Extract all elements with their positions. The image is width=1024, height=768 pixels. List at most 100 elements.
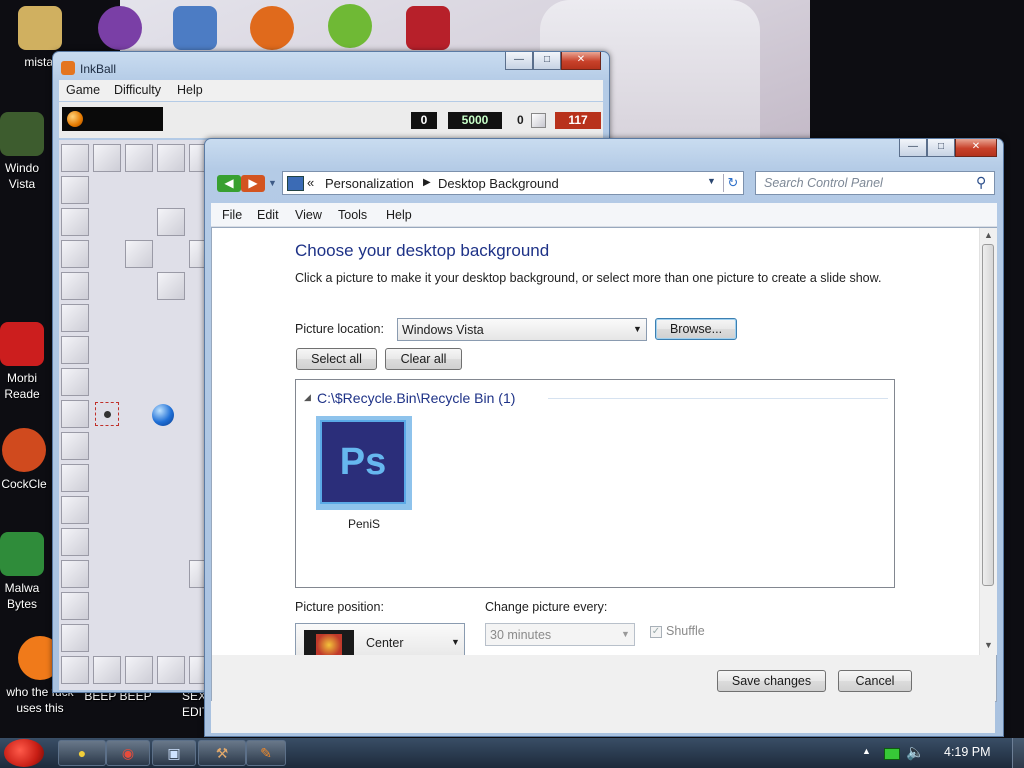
desktop-icon-angry-birds[interactable] [310,4,390,52]
menu-game[interactable]: Game [66,83,100,97]
clear-all-button[interactable]: Clear all [385,348,462,370]
board-tile [93,144,121,172]
pig-icon [328,4,372,48]
scroll-down-icon[interactable]: ▼ [984,640,993,650]
desktop-icon-vista[interactable]: Windo Vista [0,112,52,192]
battery-icon[interactable] [884,748,900,760]
maximize-button[interactable]: □ [927,139,955,157]
taskbar-item-tool[interactable]: ⚒ [198,740,246,766]
taskbar-item-ie[interactable]: ● [58,740,106,766]
change-every-select[interactable]: 30 minutes ▼ [485,623,635,646]
desktop-icon-label: Morbi Reade [4,371,40,401]
picture-location-value: Windows Vista [402,323,484,337]
desktop-icon-settings[interactable] [155,6,235,54]
menu-file[interactable]: File [222,208,242,222]
board-tile [61,656,89,684]
search-placeholder[interactable]: Search Control Panel [764,176,883,190]
close-button[interactable]: ✕ [955,139,997,157]
shuffle-checkbox[interactable]: ✓ [650,626,662,638]
scroll-up-icon[interactable]: ▲ [984,230,993,240]
menu-difficulty[interactable]: Difficulty [114,83,161,97]
picture-location-select[interactable]: Windows Vista ▼ [397,318,647,341]
menu-view[interactable]: View [295,208,322,222]
board-tile [125,240,153,268]
broom-icon [2,428,46,472]
internet-explorer-icon: ● [77,745,87,761]
forward-arrow-icon[interactable]: ▶ [241,175,265,192]
inkball-app-icon [61,61,75,75]
show-hidden-icons-icon[interactable]: ▲ [862,746,871,756]
menu-help[interactable]: Help [177,83,203,97]
menu-help[interactable]: Help [386,208,412,222]
show-desktop-button[interactable] [1012,738,1024,768]
blue-ball-icon [152,404,174,426]
board-tile [61,368,89,396]
desktop-icon-reader[interactable]: Morbi Reade [0,322,52,402]
desktop-icon-paint[interactable] [232,6,312,54]
photoshop-thumbnail[interactable]: Ps [316,416,412,510]
back-arrow-icon[interactable]: ◀ [217,175,241,192]
scrollbar-thumb[interactable] [982,244,994,586]
group-collapse-icon[interactable]: ◢ [304,392,311,403]
footer: Save changes Cancel [212,655,996,701]
close-button[interactable]: ✕ [561,52,601,70]
taskbar-item-inkball[interactable]: ✎ [246,740,286,766]
search-icon[interactable]: ⚲ [976,174,986,191]
page-title: Choose your desktop background [295,241,550,260]
start-button-angry-bird-icon[interactable] [4,739,44,767]
picture-position-label: Picture position: [295,600,384,614]
address-bar[interactable]: « Personalization ▶ Desktop Background ▼… [282,171,744,195]
board-tile [61,272,89,300]
minimize-button[interactable]: — [899,139,927,157]
desktop-icon-malwarebytes[interactable]: Malwa Bytes [0,532,52,612]
minimize-button[interactable]: — [505,52,533,70]
change-every-label: Change picture every: [485,600,608,614]
board-tile [61,464,89,492]
board-tile [61,528,89,556]
vertical-scrollbar[interactable]: ▲ ▼ [979,228,997,655]
menu-bar: Game Difficulty Help [59,80,603,101]
window-title: InkBall [80,62,117,76]
board-tile [61,208,89,236]
desktop-icon-label: CockCle [1,477,47,491]
desktop-icon-game[interactable] [388,6,468,54]
search-box[interactable]: Search Control Panel ⚲ [755,171,995,195]
group-title: C:\$Recycle.Bin\Recycle Bin (1) [317,390,516,406]
volume-icon[interactable]: 🔈 [906,743,925,761]
recent-pages-icon[interactable]: ▼ [268,178,277,188]
orange-ball-icon [67,111,83,127]
breadcrumb-desktop-background[interactable]: Desktop Background [438,176,559,191]
breadcrumb-personalization[interactable]: Personalization [325,176,414,191]
game-board[interactable] [59,140,207,690]
picture-position-select[interactable]: Center ▼ [295,623,465,658]
taskbar-item-explorer[interactable]: ▣ [152,740,196,766]
browse-button[interactable]: Browse... [655,318,737,340]
page-description: Click a picture to make it your desktop … [295,271,882,285]
taskbar-item-chrome[interactable]: ◉ [106,740,150,766]
address-dropdown-icon[interactable]: ▼ [707,176,716,186]
position-preview [304,630,354,658]
desktop-icon-label: Malwa Bytes [4,581,40,611]
menu-tools[interactable]: Tools [338,208,367,222]
breadcrumb-separator-icon[interactable]: ▶ [423,177,431,188]
ps-icon: Ps [320,420,406,504]
pdf-icon [0,322,44,366]
desktop-icon-ccleaner[interactable]: CockCle [0,428,56,492]
maximize-button[interactable]: □ [533,52,561,70]
recycle-bin-icon [0,112,44,156]
picture-list[interactable]: ◢ C:\$Recycle.Bin\Recycle Bin (1) Ps Pen… [295,379,895,588]
group-divider [548,398,888,399]
control-panel-window[interactable]: — □ ✕ ◀ ▶ ▼ « Personalization ▶ Desktop … [204,138,1004,737]
select-all-button[interactable]: Select all [296,348,377,370]
preview-image [316,634,342,656]
save-changes-button[interactable]: Save changes [717,670,826,692]
refresh-icon[interactable]: ↻ [723,174,742,192]
clock[interactable]: 4:19 PM [944,745,991,759]
hole-marker [95,402,119,426]
status-bar [211,701,995,733]
cancel-button[interactable]: Cancel [838,670,912,692]
board-tile [125,144,153,172]
desktop-icon-yahoo[interactable] [80,6,160,54]
breadcrumb-chevrons: « [307,175,315,190]
menu-edit[interactable]: Edit [257,208,279,222]
